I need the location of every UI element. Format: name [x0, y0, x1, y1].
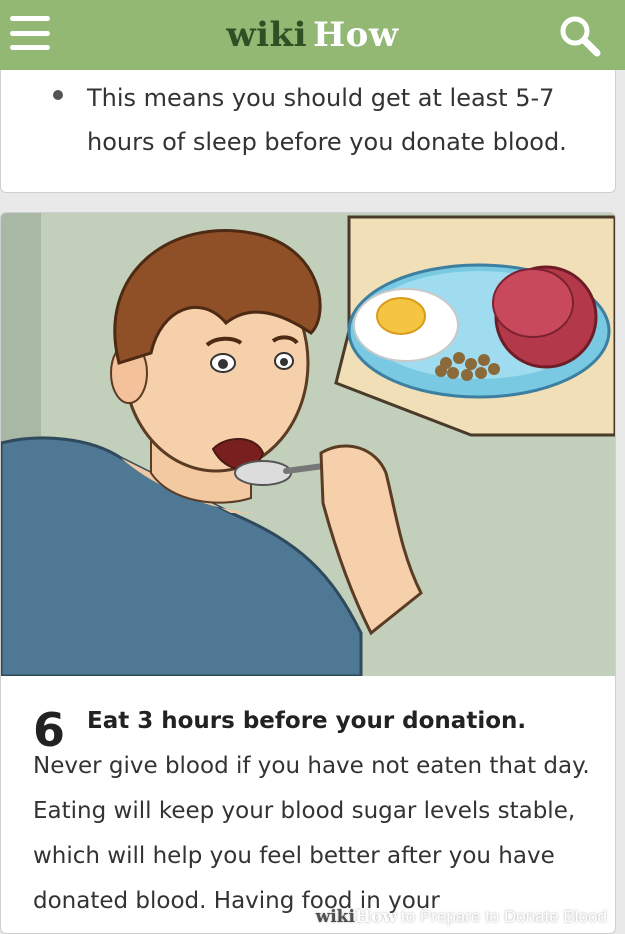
- top-navigation-bar: wiki How: [0, 0, 625, 70]
- bullet-text: This means you should get at least 5-7 h…: [87, 84, 567, 156]
- logo-wiki-text: wiki: [226, 15, 308, 55]
- logo-how-text: How: [313, 15, 399, 55]
- step-description: Eat 3 hours before your donation. Never …: [33, 699, 593, 924]
- wikihow-logo[interactable]: wiki How: [226, 15, 398, 55]
- step-title: Eat 3 hours before your donation.: [87, 708, 527, 734]
- previous-step-card: This means you should get at least 5-7 h…: [0, 70, 616, 193]
- bullet-item: This means you should get at least 5-7 h…: [53, 76, 573, 164]
- hamburger-menu-icon[interactable]: [10, 16, 50, 50]
- step-body: Never give blood if you have not eaten t…: [33, 753, 590, 914]
- search-icon[interactable]: [557, 13, 603, 59]
- step-card: wikiHow to Prepare to Donate Blood 6 Eat …: [0, 212, 616, 934]
- step-illustration: [1, 213, 615, 676]
- bullet-dot: [53, 90, 63, 100]
